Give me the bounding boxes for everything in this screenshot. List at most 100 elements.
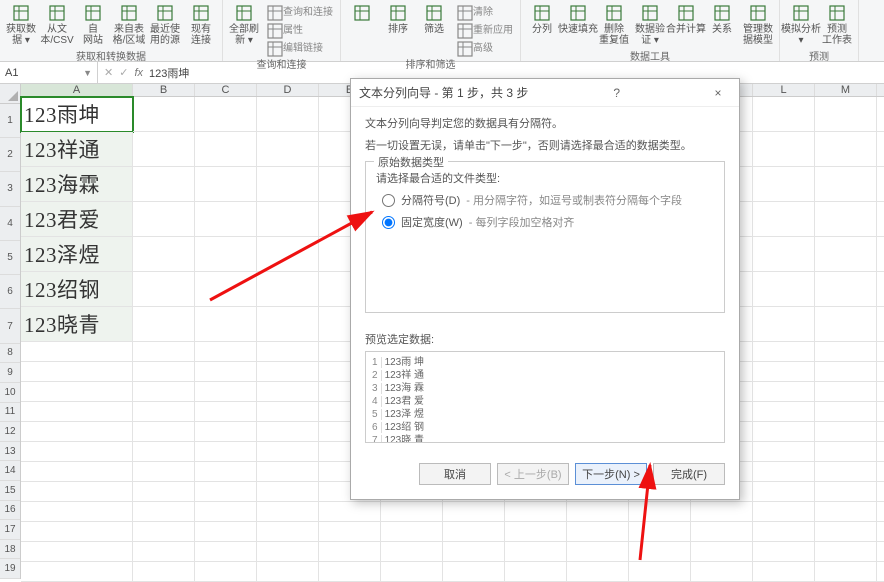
formula-value[interactable]: 123雨坤	[149, 65, 189, 81]
cell[interactable]	[505, 522, 567, 542]
recent-button[interactable]: 最近使 用的源	[148, 2, 182, 47]
cell[interactable]	[133, 167, 195, 202]
dedup-button[interactable]: 删除 重复值	[597, 2, 631, 47]
cell[interactable]	[133, 522, 195, 542]
cell[interactable]	[381, 542, 443, 562]
column-header[interactable]: L	[753, 84, 815, 96]
cell[interactable]	[877, 462, 884, 482]
cell[interactable]	[195, 522, 257, 542]
cell[interactable]	[133, 462, 195, 482]
cell[interactable]	[753, 562, 815, 582]
cell[interactable]	[133, 132, 195, 167]
cell[interactable]	[195, 382, 257, 402]
cell[interactable]	[257, 342, 319, 362]
csv-button[interactable]: 从文 本/CSV	[40, 2, 74, 47]
cell[interactable]	[691, 522, 753, 542]
cell[interactable]	[133, 382, 195, 402]
cell[interactable]	[133, 482, 195, 502]
column-header[interactable]: A	[21, 84, 133, 96]
cell[interactable]	[195, 237, 257, 272]
cell[interactable]	[877, 562, 884, 582]
cell[interactable]	[877, 422, 884, 442]
row-header[interactable]: 6	[0, 275, 20, 309]
cell[interactable]	[195, 502, 257, 522]
cell[interactable]	[877, 202, 884, 237]
cell[interactable]	[753, 237, 815, 272]
cell[interactable]	[815, 382, 877, 402]
cell[interactable]	[877, 502, 884, 522]
cell[interactable]	[133, 542, 195, 562]
cell[interactable]: 123祥通	[21, 132, 133, 167]
cell[interactable]	[319, 522, 381, 542]
row-header[interactable]: 10	[0, 383, 20, 403]
row-header[interactable]: 15	[0, 481, 20, 501]
cell[interactable]	[753, 97, 815, 132]
ribbon-list-item[interactable]: 重新应用	[453, 20, 516, 37]
cell[interactable]: 123雨坤	[21, 97, 133, 132]
column-header[interactable]: C	[195, 84, 257, 96]
split-button[interactable]: 分列	[525, 2, 559, 36]
cell[interactable]	[815, 97, 877, 132]
cell[interactable]	[567, 502, 629, 522]
cell[interactable]	[691, 502, 753, 522]
chevron-down-icon[interactable]: ▼	[83, 68, 92, 78]
cell[interactable]	[815, 202, 877, 237]
cell[interactable]	[21, 382, 133, 402]
cell[interactable]	[133, 562, 195, 582]
cell[interactable]	[21, 542, 133, 562]
row-header[interactable]: 1	[0, 104, 20, 138]
cell[interactable]	[257, 362, 319, 382]
forecast-button[interactable]: 预测 工作表	[820, 2, 854, 47]
fx-confirm-icon[interactable]: ✓	[119, 66, 128, 79]
delimited-radio-row[interactable]: 分隔符号(D) - 用分隔字符，如逗号或制表符分隔每个字段	[382, 192, 714, 208]
web-button[interactable]: 自 网站	[76, 2, 110, 47]
cell[interactable]	[629, 562, 691, 582]
cell[interactable]	[257, 542, 319, 562]
cell[interactable]	[133, 422, 195, 442]
cell[interactable]	[257, 462, 319, 482]
cell[interactable]	[877, 522, 884, 542]
cell[interactable]	[505, 502, 567, 522]
cell[interactable]	[877, 382, 884, 402]
cell[interactable]	[21, 402, 133, 422]
db-button[interactable]: 获取数 据 ▾	[4, 2, 38, 47]
cell[interactable]	[381, 562, 443, 582]
cell[interactable]	[319, 502, 381, 522]
cell[interactable]	[815, 502, 877, 522]
cell[interactable]	[195, 562, 257, 582]
back-button[interactable]: < 上一步(B)	[497, 463, 569, 485]
cell[interactable]	[21, 362, 133, 382]
fx-icon[interactable]: fx	[134, 67, 143, 79]
cell[interactable]	[195, 402, 257, 422]
cell[interactable]	[753, 522, 815, 542]
cell[interactable]	[753, 502, 815, 522]
cell[interactable]	[753, 342, 815, 362]
column-header[interactable]: D	[257, 84, 319, 96]
cell[interactable]	[877, 362, 884, 382]
row-header[interactable]: 14	[0, 461, 20, 481]
cell[interactable]	[815, 167, 877, 202]
cell[interactable]	[319, 542, 381, 562]
cell[interactable]	[877, 542, 884, 562]
cell[interactable]	[815, 402, 877, 422]
cell[interactable]	[567, 562, 629, 582]
cell[interactable]	[815, 362, 877, 382]
column-header[interactable]: B	[133, 84, 195, 96]
cell[interactable]	[815, 462, 877, 482]
cell[interactable]	[815, 237, 877, 272]
cell[interactable]	[257, 97, 319, 132]
cell[interactable]	[133, 202, 195, 237]
cell[interactable]	[195, 132, 257, 167]
cell[interactable]	[443, 502, 505, 522]
az-button[interactable]	[345, 2, 379, 25]
ribbon-list-item[interactable]: 清除	[453, 2, 516, 19]
cell[interactable]	[257, 237, 319, 272]
cell[interactable]	[753, 272, 815, 307]
row-header[interactable]: 5	[0, 241, 20, 275]
cell[interactable]	[257, 272, 319, 307]
cell[interactable]	[21, 342, 133, 362]
cell[interactable]	[815, 132, 877, 167]
cell[interactable]	[133, 502, 195, 522]
cell[interactable]	[815, 522, 877, 542]
cell[interactable]	[133, 442, 195, 462]
